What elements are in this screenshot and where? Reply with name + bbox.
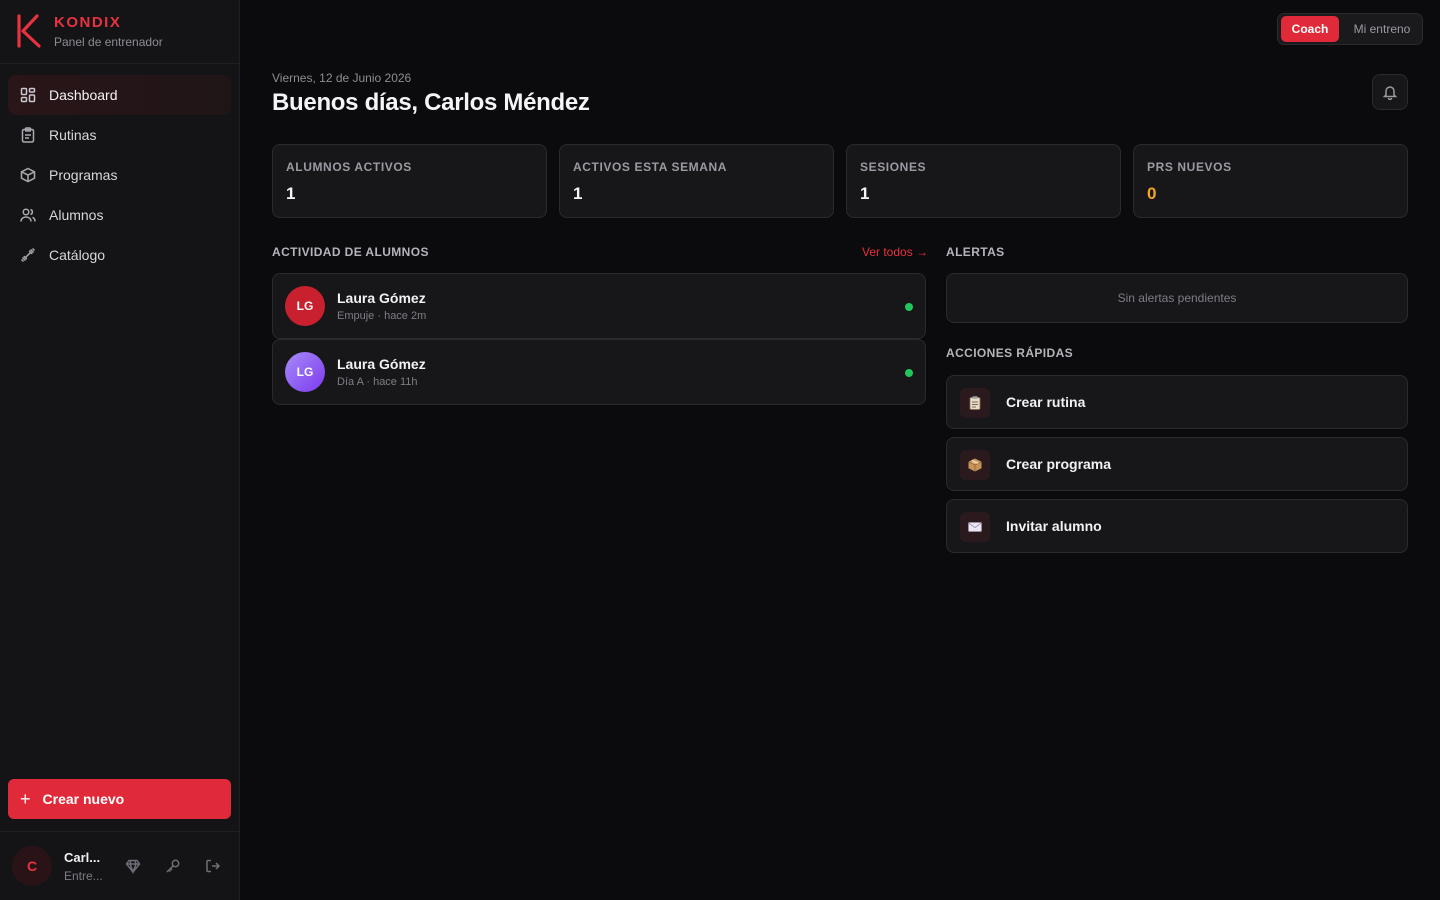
avatar[interactable]: C (12, 846, 52, 886)
quick-action-label: Crear rutina (1006, 394, 1086, 410)
stat-card-sessions: SESIONES 1 (846, 144, 1121, 218)
quick-actions-section-title: ACCIONES RÁPIDAS (946, 346, 1074, 360)
page-title: Buenos días, Carlos Méndez (272, 89, 590, 116)
brand[interactable]: KONDIX Panel de entrenador (16, 12, 226, 52)
stat-value: 1 (860, 184, 870, 203)
bell-icon (1382, 86, 1398, 100)
sidebar-item-label: Programas (49, 167, 118, 183)
alerts-empty-state: Sin alertas pendientes (946, 273, 1408, 323)
key-icon[interactable] (163, 856, 183, 876)
sidebar-item-rutinas[interactable]: Rutinas (8, 115, 231, 155)
student-name: Laura Gómez (337, 290, 426, 306)
sidebar-divider (0, 63, 239, 64)
online-status-dot (905, 369, 913, 377)
sidebar-divider (0, 831, 239, 832)
sidebar-nav: Dashboard Rutinas Programas Alumnos Catá… (8, 75, 231, 275)
see-all-link[interactable]: Ver todos → (862, 245, 928, 259)
quick-action-label: Crear programa (1006, 456, 1112, 472)
avatar: LG (285, 286, 325, 326)
user-name: Carl... (64, 850, 101, 865)
mode-toggle: Coach Mi entreno (1277, 13, 1423, 45)
brand-subtitle: Panel de entrenador (54, 35, 163, 49)
kondix-logo-icon (17, 14, 41, 48)
online-status-dot (905, 303, 913, 311)
activity-item[interactable]: LG Laura Gómez Día A · hace 11h (272, 339, 926, 405)
sidebar: KONDIX Panel de entrenador Dashboard Rut… (0, 0, 240, 900)
quick-action-invite-student[interactable]: Invitar alumno (946, 499, 1408, 553)
sidebar-item-label: Rutinas (49, 127, 97, 143)
student-name: Laura Gómez (337, 356, 426, 372)
stat-card-new-prs: PRS NUEVOS 0 (1133, 144, 1408, 218)
user-role: Entre... (64, 869, 103, 883)
envelope-emoji-icon (960, 512, 990, 542)
stat-label: SESIONES (860, 160, 927, 174)
plus-icon: + (20, 789, 31, 809)
mode-my-training-button[interactable]: Mi entreno (1344, 16, 1420, 42)
alerts-section-title: ALERTAS (946, 245, 1005, 259)
sidebar-item-alumnos[interactable]: Alumnos (8, 195, 231, 235)
stat-value: 0 (1147, 184, 1157, 203)
stat-value: 1 (286, 184, 296, 203)
create-new-label: Crear nuevo (42, 791, 125, 807)
sidebar-item-label: Dashboard (49, 87, 118, 103)
mode-coach-button[interactable]: Coach (1281, 16, 1339, 42)
sidebar-item-catalogo[interactable]: Catálogo (8, 235, 231, 275)
avatar: LG (285, 352, 325, 392)
sidebar-item-dashboard[interactable]: Dashboard (8, 75, 231, 115)
activity-section-title: ACTIVIDAD DE ALUMNOS (272, 245, 429, 259)
stat-card-active-students: ALUMNOS ACTIVOS 1 (272, 144, 547, 218)
sidebar-item-programas[interactable]: Programas (8, 155, 231, 195)
current-date: Viernes, 12 de Junio 2026 (272, 71, 412, 85)
diamond-icon[interactable] (123, 856, 143, 876)
sidebar-item-label: Alumnos (49, 207, 104, 223)
grid-icon (20, 87, 36, 103)
quick-action-create-program[interactable]: Crear programa (946, 437, 1408, 491)
stat-label: PRS NUEVOS (1147, 160, 1232, 174)
activity-item[interactable]: LG Laura Gómez Empuje · hace 2m (272, 273, 926, 339)
clipboard-icon (20, 127, 36, 143)
user-profile: C Carl... Entre... (12, 844, 232, 888)
sidebar-item-label: Catálogo (49, 247, 106, 263)
dumbbell-icon (20, 247, 36, 263)
stat-value: 1 (573, 184, 583, 203)
package-icon (20, 167, 36, 183)
users-icon (20, 207, 36, 223)
stat-card-active-this-week: ACTIVOS ESTA SEMANA 1 (559, 144, 834, 218)
create-new-button[interactable]: + Crear nuevo (8, 779, 231, 819)
stat-label: ALUMNOS ACTIVOS (286, 160, 412, 174)
activity-detail: Día A · hace 11h (337, 376, 418, 388)
quick-action-label: Invitar alumno (1006, 518, 1102, 534)
stat-label: ACTIVOS ESTA SEMANA (573, 160, 728, 174)
logout-icon[interactable] (203, 856, 223, 876)
brand-name: KONDIX (54, 14, 122, 31)
activity-detail: Empuje · hace 2m (337, 310, 427, 322)
package-emoji-icon (960, 450, 990, 480)
notifications-button[interactable] (1372, 74, 1408, 110)
clipboard-emoji-icon (960, 388, 990, 418)
quick-action-create-routine[interactable]: Crear rutina (946, 375, 1408, 429)
